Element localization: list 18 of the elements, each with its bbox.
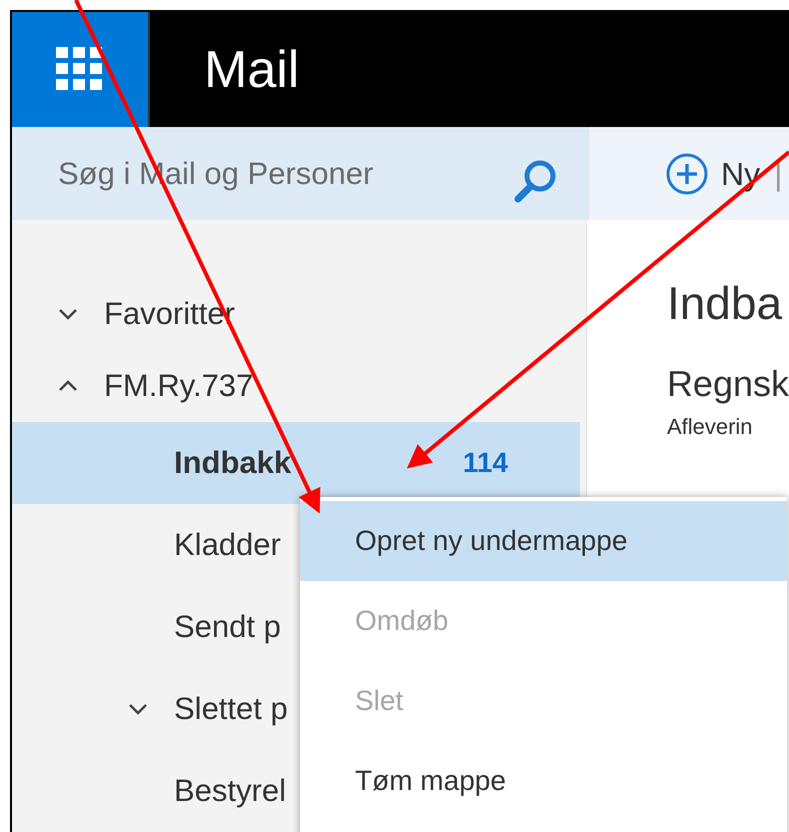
- folder-label: FM.Ry.737: [104, 366, 254, 405]
- chevron-down-icon[interactable]: [58, 308, 78, 320]
- grid-icon: [56, 46, 104, 93]
- unread-count: 114: [462, 446, 508, 480]
- app-title: Mail: [204, 40, 300, 101]
- menu-item[interactable]: Opret ny undermappe: [300, 501, 787, 581]
- menu-item[interactable]: Tøm mappe: [300, 741, 787, 821]
- folder-label: Indbakk: [174, 444, 292, 482]
- folder-label: Slettet p: [174, 690, 288, 728]
- message-preview: Afleverin: [666, 416, 754, 438]
- app-launcher-button[interactable]: [12, 12, 148, 128]
- chevron-down-icon[interactable]: [128, 703, 148, 715]
- toolbar-separator: |: [774, 154, 782, 194]
- plus-circle-icon: [665, 152, 709, 196]
- folder-item[interactable]: Indbakk 114: [12, 422, 580, 504]
- folder-item[interactable]: FM.Ry.737: [12, 350, 580, 422]
- folder-heading: Indba: [666, 280, 784, 326]
- chevron-up-icon[interactable]: [58, 380, 78, 392]
